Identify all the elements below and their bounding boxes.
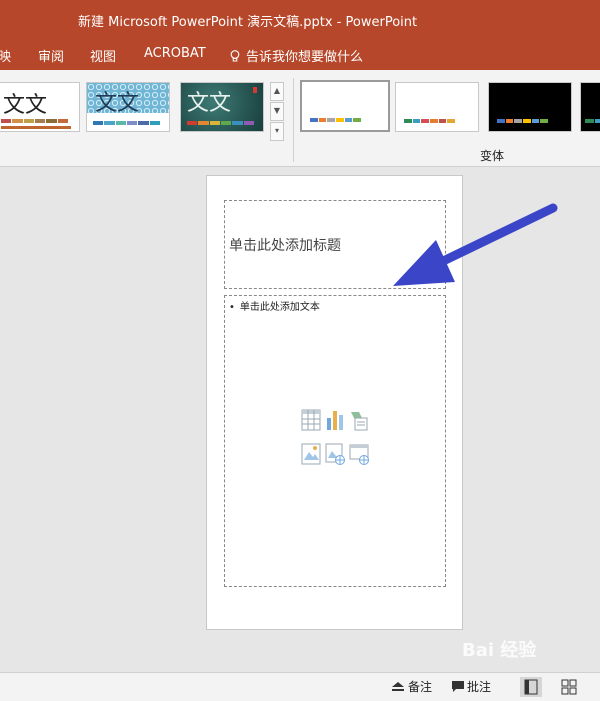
theme-underline bbox=[1, 126, 71, 129]
variant-thumbnail-3[interactable] bbox=[488, 82, 572, 132]
ribbon-design: 文文 文文 文文 ▲ ▼ ▾ bbox=[0, 70, 600, 167]
body-placeholder-text: • 单击此处添加文本 bbox=[229, 302, 320, 313]
variant-color-bar bbox=[404, 119, 456, 123]
gallery-scroll-up-icon[interactable]: ▲ bbox=[270, 82, 284, 101]
lightbulb-icon bbox=[230, 50, 240, 62]
body-placeholder[interactable]: • 单击此处添加文本 bbox=[224, 295, 446, 587]
title-bar: 新建 Microsoft PowerPoint 演示文稿.pptx - Powe… bbox=[0, 0, 600, 40]
variants-group-label: 变体 bbox=[480, 149, 505, 163]
tell-me-box[interactable]: 告诉我你想要做什么 bbox=[230, 46, 363, 65]
ribbon-group-divider bbox=[293, 78, 294, 162]
tab-acrobat[interactable]: ACROBAT bbox=[144, 46, 206, 61]
tab-view[interactable]: 视图 bbox=[90, 46, 116, 65]
slide-sorter-icon bbox=[561, 679, 577, 695]
variant-thumbnail-4[interactable] bbox=[580, 82, 600, 132]
theme-accent-mark bbox=[253, 87, 257, 93]
window-title: 新建 Microsoft PowerPoint 演示文稿.pptx - Powe… bbox=[78, 15, 418, 30]
theme-thumbnail-2[interactable]: 文文 bbox=[86, 82, 170, 132]
theme-gallery-scroll: ▲ ▼ ▾ bbox=[270, 82, 284, 141]
gallery-more-icon[interactable]: ▾ bbox=[270, 122, 284, 141]
gallery-scroll-down-icon[interactable]: ▼ bbox=[270, 102, 284, 121]
variant-color-bar bbox=[497, 119, 549, 123]
tab-review[interactable]: 审阅 bbox=[38, 46, 64, 65]
insert-smartart-icon[interactable] bbox=[349, 408, 369, 432]
body-placeholder-label: 单击此处添加文本 bbox=[239, 302, 320, 313]
tell-me-label: 告诉我你想要做什么 bbox=[246, 50, 364, 65]
theme-color-bar bbox=[93, 121, 161, 125]
comment-icon bbox=[452, 681, 464, 692]
notes-button[interactable]: 备注 bbox=[392, 678, 432, 695]
status-bar: 备注 批注 bbox=[0, 672, 600, 701]
notes-label: 备注 bbox=[408, 680, 433, 694]
variant-color-bar bbox=[310, 118, 362, 122]
insert-chart-icon[interactable] bbox=[325, 408, 345, 432]
comments-button[interactable]: 批注 bbox=[452, 678, 491, 695]
insert-picture-icon[interactable] bbox=[301, 442, 321, 466]
insert-video-icon[interactable] bbox=[349, 442, 369, 466]
ribbon-tabs: 映 审阅 视图 ACROBAT 告诉我你想要做什么 bbox=[0, 40, 600, 70]
theme-color-bar bbox=[187, 121, 255, 125]
theme-sample-text: 文文 bbox=[187, 91, 232, 116]
slide-canvas: 单击此处添加标题 • 单击此处添加文本 bbox=[206, 175, 463, 630]
watermark: Bai 经验 bbox=[462, 640, 537, 661]
theme-thumbnail-1[interactable]: 文文 bbox=[0, 82, 80, 132]
variant-thumbnail-1[interactable] bbox=[300, 80, 390, 132]
normal-view-icon bbox=[524, 679, 538, 695]
insert-table-icon[interactable] bbox=[301, 408, 321, 432]
theme-thumbnail-3[interactable]: 文文 bbox=[180, 82, 264, 132]
insert-content-icons bbox=[301, 408, 371, 476]
theme-color-bar bbox=[1, 119, 69, 123]
title-placeholder[interactable]: 单击此处添加标题 bbox=[224, 200, 446, 289]
comments-label: 批注 bbox=[467, 680, 492, 694]
tab-slideshow[interactable]: 映 bbox=[0, 46, 11, 65]
variant-thumbnail-2[interactable] bbox=[395, 82, 479, 132]
theme-sample-text: 文文 bbox=[95, 91, 140, 116]
variant-color-bar bbox=[585, 119, 600, 123]
theme-sample-text: 文文 bbox=[3, 93, 48, 118]
slide-sorter-view-button[interactable] bbox=[558, 677, 580, 697]
insert-online-picture-icon[interactable] bbox=[325, 442, 345, 466]
notes-icon bbox=[392, 682, 404, 691]
title-placeholder-text: 单击此处添加标题 bbox=[229, 238, 341, 254]
normal-view-button[interactable] bbox=[520, 677, 542, 697]
